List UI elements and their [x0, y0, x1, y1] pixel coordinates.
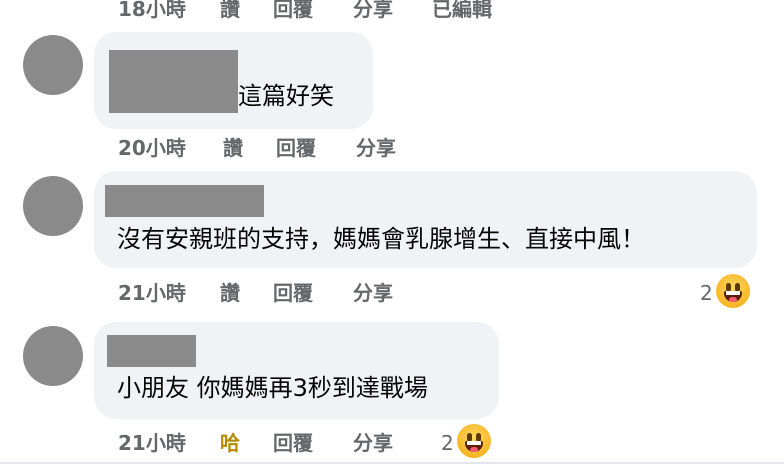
timestamp[interactable]: 18小時 — [118, 0, 186, 24]
share-button[interactable]: 分享 — [353, 278, 393, 308]
reply-button[interactable]: 回覆 — [273, 0, 313, 24]
reaction-summary[interactable]: 2 — [441, 424, 493, 460]
comment-text: 小朋友 你媽媽再3秒到達戰場 — [117, 374, 428, 402]
comment-bubble: 小朋友 你媽媽再3秒到達戰場 — [94, 322, 499, 419]
comment-bubble: 沒有安親班的支持，媽媽會乳腺增生、直接中風！ — [94, 171, 757, 268]
comment-actions: 20小時 讚 回覆 分享 — [118, 133, 438, 163]
comment-text: 這篇好笑 — [238, 82, 334, 110]
grinning-face-icon — [716, 274, 750, 308]
reply-button[interactable]: 回覆 — [273, 278, 313, 308]
comment-actions-top: 18小時 讚 回覆 分享 已編輯 — [118, 0, 538, 24]
like-button[interactable]: 讚 — [220, 278, 240, 308]
reply-button[interactable]: 回覆 — [273, 428, 313, 458]
redacted-username — [105, 185, 264, 217]
avatar[interactable] — [23, 176, 83, 236]
reaction-count: 2 — [700, 281, 713, 305]
reaction-count: 2 — [441, 431, 454, 455]
like-button[interactable]: 讚 — [223, 133, 243, 163]
like-button[interactable]: 讚 — [220, 0, 240, 24]
reaction-summary[interactable]: 2 — [700, 274, 752, 310]
comment-bubble: 這篇好笑 — [94, 32, 373, 129]
avatar[interactable] — [23, 326, 83, 386]
comment-actions: 21小時 讚 回覆 分享 — [118, 278, 438, 308]
redacted-username — [107, 335, 196, 367]
redacted-username — [109, 50, 238, 113]
share-button[interactable]: 分享 — [353, 0, 393, 24]
grinning-face-icon — [457, 424, 491, 458]
timestamp[interactable]: 21小時 — [118, 428, 186, 458]
haha-reaction-button[interactable]: 哈 — [220, 428, 240, 458]
divider — [0, 462, 784, 464]
comment-actions: 21小時 哈 回覆 分享 — [118, 428, 438, 458]
share-button[interactable]: 分享 — [353, 428, 393, 458]
avatar[interactable] — [23, 35, 83, 95]
timestamp[interactable]: 20小時 — [118, 133, 186, 163]
reply-button[interactable]: 回覆 — [276, 133, 316, 163]
edited-label[interactable]: 已編輯 — [432, 0, 492, 24]
share-button[interactable]: 分享 — [356, 133, 396, 163]
comment-text: 沒有安親班的支持，媽媽會乳腺增生、直接中風！ — [117, 225, 645, 253]
timestamp[interactable]: 21小時 — [118, 278, 186, 308]
